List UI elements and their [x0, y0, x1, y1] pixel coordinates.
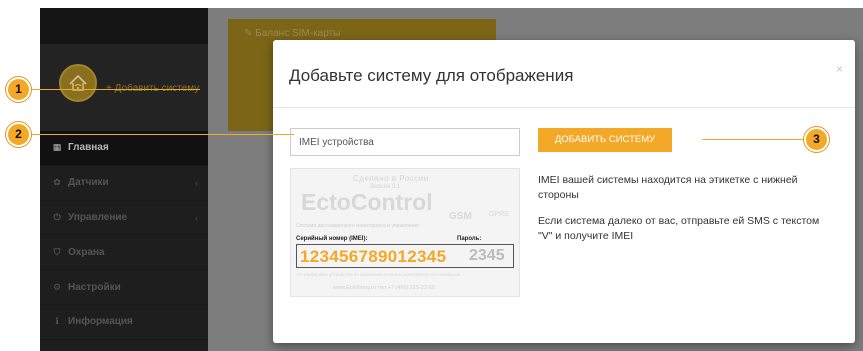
sidebar-nav: ▦ Главная ✿ Датчики ‹ ⏻ Управление ‹ ⛉ О…	[40, 131, 208, 340]
info-icon: ℹ	[55, 316, 59, 327]
label-gprs: GPRS	[489, 211, 509, 218]
system-logo	[59, 64, 97, 102]
power-icon: ⏻	[53, 211, 61, 222]
label-password-value: 2345	[469, 247, 505, 264]
imei-input[interactable]	[290, 128, 520, 156]
grid-icon: ▦	[52, 142, 62, 153]
label-password-title: Пароль:	[457, 236, 482, 242]
sidebar-item-label: Охрана	[68, 246, 105, 258]
sidebar-item-security[interactable]: ⛉ Охрана	[40, 235, 208, 271]
device-label-image: Сделано в России Версия 3.1 EctoControl …	[290, 168, 520, 297]
label-serial-value: 123456789012345	[300, 247, 447, 266]
sms-instruction-text: Если система далеко от вас, отправьте ей…	[538, 215, 820, 242]
house-wifi-icon	[69, 74, 87, 91]
sidebar-item-main[interactable]: ▦ Главная	[40, 131, 208, 166]
label-made-in: Сделано в России	[353, 174, 429, 183]
screenshot-frame: + Добавить систему ▦ Главная ✿ Датчики ‹…	[0, 0, 863, 351]
callout-line-1	[32, 89, 200, 90]
sidebar-item-settings[interactable]: ⚙ Настройки	[40, 270, 208, 305]
panel-title: ✎ Баланс SIM-карты	[244, 28, 341, 39]
close-icon[interactable]: ×	[836, 62, 843, 76]
label-brand: EctoControl	[301, 189, 433, 215]
app-window: + Добавить систему ▦ Главная ✿ Датчики ‹…	[40, 8, 863, 351]
sensor-icon: ✿	[53, 177, 61, 188]
modal-title: Добавьте систему для отображения	[289, 66, 574, 85]
sidebar-item-label: Главная	[68, 142, 109, 154]
label-serial-title: Серийный номер (IMEI):	[296, 236, 368, 242]
sidebar: + Добавить систему ▦ Главная ✿ Датчики ‹…	[40, 8, 208, 351]
sidebar-item-sensors[interactable]: ✿ Датчики ‹	[40, 165, 208, 201]
sidebar-item-info[interactable]: ℹ Информация	[40, 304, 208, 340]
label-warning: Не разбирайте устройство во избежание от…	[297, 272, 461, 277]
sidebar-item-label: Управление	[68, 211, 128, 223]
sidebar-item-label: Информация	[68, 316, 133, 328]
shield-icon: ⛉	[53, 246, 61, 257]
sidebar-item-label: Настройки	[68, 281, 121, 293]
label-gsm: GSM	[449, 211, 472, 222]
sidebar-item-control[interactable]: ⏻ Управление ‹	[40, 200, 208, 236]
chevron-left-icon: ‹	[195, 177, 198, 188]
label-serial-box: 123456789012345 2345	[296, 244, 514, 268]
label-subtitle: Система дистанционного мониторинга и упр…	[296, 223, 419, 229]
callout-line-3	[702, 139, 806, 140]
callout-line-2	[32, 134, 294, 135]
add-system-modal: Добавьте систему для отображения × ДОБАВ…	[273, 40, 855, 343]
label-footer: www.EctoStroy.ru тел.+7 (495) 215-22-69	[333, 285, 435, 291]
gear-icon: ⚙	[52, 281, 62, 292]
chevron-left-icon: ‹	[195, 212, 198, 223]
callout-badge-1: 1	[6, 77, 31, 102]
callout-badge-3: 3	[804, 127, 829, 152]
callout-badge-2: 2	[6, 122, 31, 147]
modal-divider	[273, 107, 855, 108]
sidebar-item-label: Датчики	[68, 177, 109, 189]
add-system-button[interactable]: ДОБАВИТЬ СИСТЕМУ	[538, 128, 672, 152]
sidebar-header	[40, 8, 208, 44]
imei-location-text: IMEI вашей системы находится на этикетке…	[538, 174, 798, 201]
